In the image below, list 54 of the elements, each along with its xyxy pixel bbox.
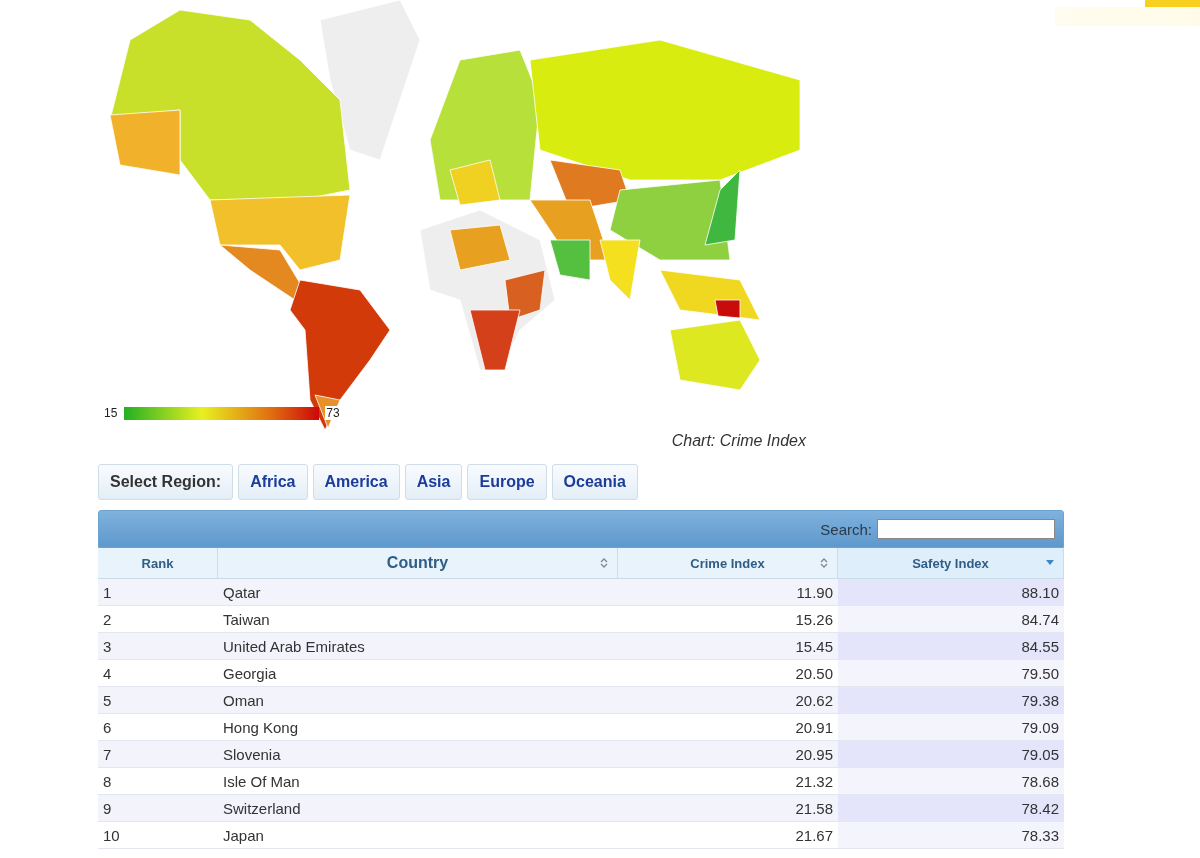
column-header[interactable]: Country [218, 548, 618, 578]
table-cell-text: 10 [102, 825, 121, 846]
table-cell-text: 21.67 [794, 825, 834, 846]
table-cell: 78.68 [838, 768, 1064, 794]
table-cell-text: Taiwan [222, 609, 271, 630]
table-cell-text: 21.58 [794, 798, 834, 819]
column-header[interactable]: Rank [98, 548, 218, 578]
table-cell: 79.05 [838, 741, 1064, 767]
table-cell: 79.38 [838, 687, 1064, 713]
table-cell-text: 6 [102, 717, 113, 738]
table-cell-text: 20.95 [794, 744, 834, 765]
table-cell-text: 8 [102, 771, 113, 792]
column-header[interactable]: Safety Index [838, 548, 1064, 578]
table-cell: 79.09 [838, 714, 1064, 740]
table-cell-text: 1 [102, 582, 113, 603]
table-cell-text: Isle Of Man [222, 771, 301, 792]
select-region-label: Select Region: [98, 464, 234, 500]
table-cell-text: 2 [102, 609, 113, 630]
table-cell-text: Switzerland [222, 798, 302, 819]
table-cell-text: Slovenia [222, 744, 282, 765]
search-field[interactable] [877, 519, 1055, 539]
region-button[interactable]: America [312, 464, 400, 500]
table-cell-text: 9 [102, 798, 113, 819]
table-cell-text: 21.32 [794, 771, 834, 792]
region-button[interactable]: Asia [404, 464, 463, 500]
table-cell-text: Japan [222, 825, 265, 846]
table-cell-text: 20.62 [794, 690, 834, 711]
table-cell: 79.50 [838, 660, 1064, 686]
legend-min-label: 15 [103, 406, 119, 420]
table-cell-text: 15.26 [794, 609, 834, 630]
table-cell-text: 5 [102, 690, 113, 711]
table-cell-text: Qatar [222, 582, 262, 603]
table-cell-text: 4 [102, 663, 113, 684]
table-cell-text: 7 [102, 744, 113, 765]
region-button[interactable]: Oceania [551, 464, 638, 500]
table-cell-text: Hong Kong [222, 717, 300, 738]
table-cell-text: 15.45 [794, 636, 834, 657]
chart-caption: Chart: Crime Index [670, 432, 806, 450]
region-button[interactable]: Europe [467, 464, 547, 500]
table-cell-text: 20.50 [794, 663, 834, 684]
table-cell: 88.10 [838, 579, 1064, 605]
table-cell: 78.42 [838, 795, 1064, 821]
table-cell-text: 11.90 [795, 582, 834, 603]
table-cell-text: 20.91 [794, 717, 834, 738]
search-label: Search: [820, 520, 872, 538]
table-cell-text: 3 [102, 636, 113, 657]
region-button[interactable]: Africa [238, 464, 308, 500]
table-cell: 84.74 [838, 606, 1064, 632]
table-cell-text: Oman [222, 690, 265, 711]
table-cell: 84.55 [838, 633, 1064, 659]
table-cell-text: United Arab Emirates [222, 636, 366, 657]
legend-max-label: 73 [325, 406, 341, 420]
table-cell: 78.33 [838, 822, 1064, 848]
table-cell-text: Georgia [222, 663, 278, 684]
